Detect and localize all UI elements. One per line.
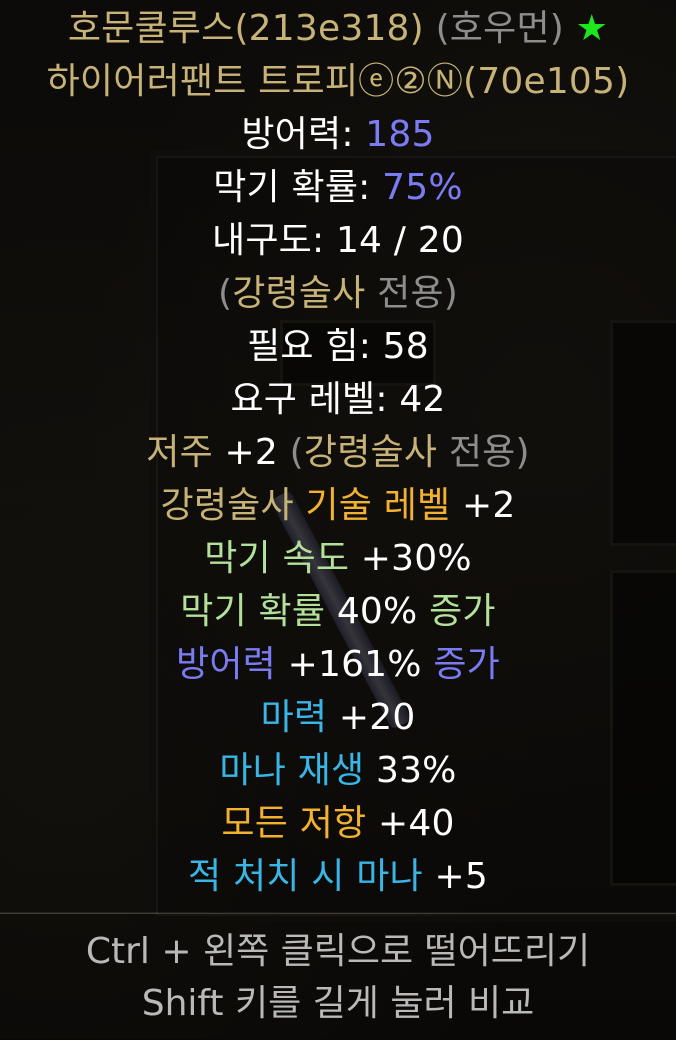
all-resist-value: +40 — [366, 803, 455, 844]
class-name: 강령술사 — [232, 273, 366, 314]
skill-label: 기술 레벨 — [293, 485, 451, 526]
curse-value: +2 — [212, 432, 290, 473]
block-chance-mod-suffix: 증가 — [417, 591, 496, 632]
class-open-paren: ( — [217, 273, 233, 314]
required-strength-line: 필요 힘: 58 — [247, 326, 429, 367]
all-resist-mod-line: 모든 저항 +40 — [0, 797, 676, 850]
curse-class-exclusive: 전용) — [437, 432, 530, 473]
mana-regen-value: 33% — [364, 750, 457, 791]
block-chance-mod-line: 막기 확률 40% 증가 — [0, 585, 676, 638]
block-speed-label: 막기 속도 — [204, 538, 350, 579]
tooltip-hints: Ctrl + 왼쪽 클릭으로 떨어뜨리기 Shift 키를 길게 눌러 비교 — [0, 926, 676, 1030]
item-badges: ⓔ②Ⓝ — [358, 61, 464, 102]
block-speed-mod-line: 막기 속도 +30% — [0, 532, 676, 585]
star-icon: ★ — [575, 8, 609, 49]
drop-hint: Ctrl + 왼쪽 클릭으로 떨어뜨리기 — [85, 931, 591, 972]
all-resist-label: 모든 저항 — [221, 803, 367, 844]
item-base-name: 하이어러팬트 트로피 — [46, 61, 359, 102]
skill-level-mod-line: 강령술사 기술 레벨 +2 — [0, 479, 676, 532]
defense-line: 방어력: 185 — [0, 108, 676, 161]
defense-mod-line: 방어력 +161% 증가 — [0, 638, 676, 691]
item-base-line: 하이어러팬트 트로피ⓔ②Ⓝ(70e105) — [0, 55, 676, 108]
defense-label: 방어력: — [241, 114, 366, 155]
block-speed-value: +30% — [349, 538, 472, 579]
item-name: 호문쿨루스 — [67, 8, 235, 49]
defense-mod-value: +161% — [275, 644, 422, 685]
item-tag: (호우먼) — [435, 8, 565, 49]
curse-class-open: ( — [289, 432, 304, 473]
block-chance-line: 막기 확률: 75% — [0, 161, 676, 214]
class-exclusive: 전용) — [365, 273, 459, 314]
required-level-line: 요구 레벨: 42 — [230, 379, 446, 420]
mana-on-kill-mod-line: 적 처치 시 마나 +5 — [0, 850, 676, 903]
defense-mod-suffix: 증가 — [421, 644, 500, 685]
mana-regen-label: 마나 재생 — [219, 750, 365, 791]
compare-hint: Shift 키를 길게 눌러 비교 — [141, 983, 535, 1024]
skill-value: +2 — [450, 485, 516, 526]
mana-on-kill-value: +5 — [422, 856, 488, 897]
mana-regen-mod-line: 마나 재생 33% — [0, 744, 676, 797]
item-base-code: (70e105) — [463, 61, 630, 102]
block-chance-value: 75% — [382, 167, 463, 208]
curse-class: 강령술사 — [303, 432, 438, 473]
defense-value: 185 — [365, 114, 435, 155]
skill-class: 강령술사 — [160, 485, 294, 526]
curse-label: 저주 — [146, 432, 213, 473]
block-chance-label: 막기 확률: — [213, 167, 383, 208]
block-chance-mod-label: 막기 확률 — [180, 591, 326, 632]
energy-label: 마력 — [260, 697, 328, 738]
energy-value: +20 — [327, 697, 416, 738]
mana-on-kill-label: 적 처치 시 마나 — [188, 856, 423, 897]
energy-mod-line: 마력 +20 — [0, 691, 676, 744]
class-restriction-line: (강령술사 전용) — [0, 267, 676, 320]
item-code: (213e318) — [234, 8, 424, 49]
durability-line: 내구도: 14 / 20 — [212, 220, 464, 261]
item-name-line: 호문쿨루스(213e318) (호우먼) ★ — [0, 2, 676, 55]
defense-mod-label: 방어력 — [176, 644, 276, 685]
item-tooltip-text: 호문쿨루스(213e318) (호우먼) ★ 하이어러팬트 트로피ⓔ②Ⓝ(70e… — [0, 0, 676, 903]
block-chance-mod-value: 40% — [325, 591, 418, 632]
curse-mod-line: 저주 +2 (강령술사 전용) — [0, 426, 676, 479]
